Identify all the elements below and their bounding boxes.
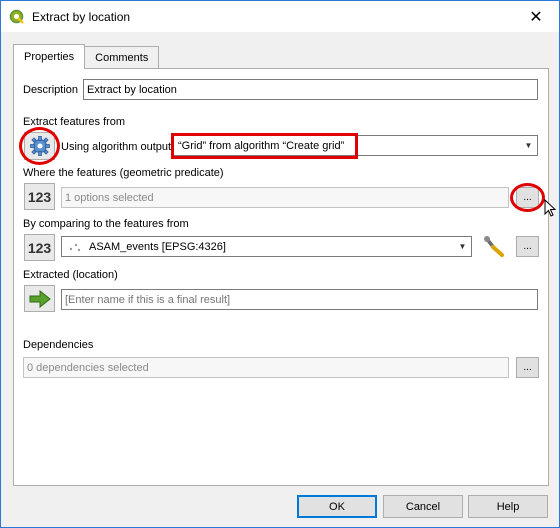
description-label: Description (23, 84, 79, 96)
highlight-circle-gear (19, 127, 60, 165)
close-button[interactable]: ✕ (513, 1, 559, 32)
dialog-window: Extract by location ✕ Properties Comment… (0, 0, 560, 528)
highlight-box-grid (171, 133, 358, 159)
compare-layer-select[interactable]: ASAM_events [EPSG:4326] ▼ (61, 236, 472, 257)
properties-panel: Description Extract by location Extract … (13, 68, 557, 486)
window-title: Extract by location (32, 9, 131, 24)
title-bar: Extract by location ✕ (1, 1, 559, 32)
wrench-button[interactable] (480, 236, 508, 258)
predicate-source-button[interactable]: 123 (24, 183, 55, 210)
tab-bar: Properties Comments (13, 44, 160, 69)
number-icon: 123 (27, 239, 52, 256)
dependencies-options-button[interactable]: ... (516, 357, 539, 378)
extracted-output-field[interactable] (61, 289, 538, 310)
cancel-button[interactable]: Cancel (383, 495, 463, 518)
output-type-button[interactable] (24, 285, 55, 312)
compare-options-button[interactable]: ... (516, 236, 539, 257)
qgis-logo-icon (9, 9, 24, 24)
help-button[interactable]: Help (468, 495, 548, 518)
number-icon: 123 (27, 188, 52, 205)
compare-label: By comparing to the features from (23, 218, 189, 230)
dependencies-label: Dependencies (23, 339, 94, 351)
predicate-label: Where the features (geometric predicate) (23, 167, 224, 179)
wrench-icon (484, 236, 504, 257)
compare-source-button[interactable]: 123 (24, 234, 55, 261)
description-field[interactable]: Extract by location (83, 79, 538, 100)
point-layer-icon (69, 243, 81, 251)
highlight-circle-options (510, 183, 545, 212)
close-icon: ✕ (529, 8, 543, 26)
mouse-cursor-icon (544, 199, 557, 217)
predicate-field[interactable]: 1 options selected (61, 187, 509, 208)
compare-layer-value: ASAM_events [EPSG:4326] (89, 240, 226, 253)
ok-button[interactable]: OK (297, 495, 377, 518)
algorithm-output-label: Using algorithm output (61, 141, 172, 153)
chevron-down-icon: ▼ (458, 242, 467, 251)
arrow-right-icon (29, 289, 51, 308)
tab-comments[interactable]: Comments (85, 46, 160, 69)
tab-properties[interactable]: Properties (13, 44, 86, 69)
dependencies-field[interactable]: 0 dependencies selected (23, 357, 509, 378)
extracted-label: Extracted (location) (23, 269, 118, 281)
chevron-down-icon: ▼ (524, 141, 533, 150)
